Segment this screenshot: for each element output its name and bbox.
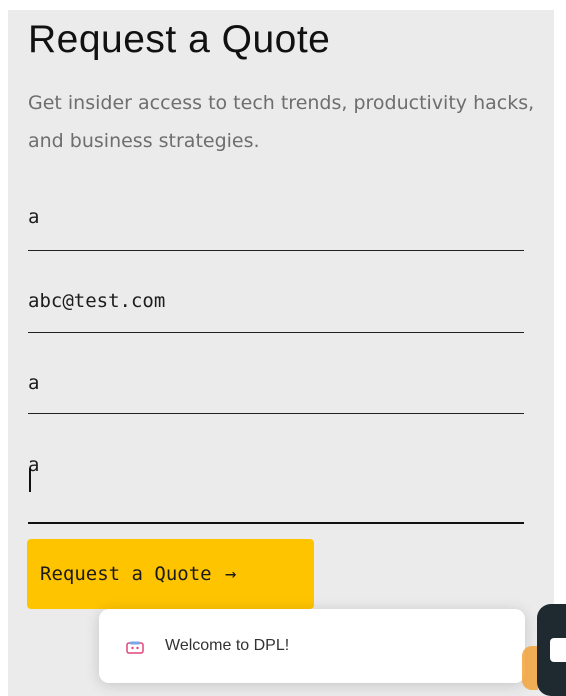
message-field-content: a [28,454,39,492]
chat-bot-icon [126,641,144,654]
company-field-value: a [28,372,40,394]
decorative-shape [522,646,538,690]
form-title: Request a Quote [28,18,331,61]
toast-message: Welcome to DPL! [165,637,290,654]
request-quote-button-label: Request a Quote [40,563,212,585]
text-caret [29,468,31,492]
welcome-toast[interactable]: Welcome to DPL! [99,609,525,683]
name-field[interactable]: a [28,196,524,251]
company-field[interactable]: a [28,360,524,414]
chat-bubble-icon [550,638,566,662]
email-field[interactable]: abc@test.com [28,278,524,333]
message-field[interactable]: a [28,440,524,524]
name-field-value: a [28,206,40,228]
form-subtitle: Get insider access to tech trends, produ… [28,92,535,152]
arrow-right-icon: → [225,563,237,585]
request-quote-button[interactable]: Request a Quote → [27,539,314,609]
email-field-value: abc@test.com [28,290,166,312]
chat-launcher-button[interactable] [537,604,566,696]
